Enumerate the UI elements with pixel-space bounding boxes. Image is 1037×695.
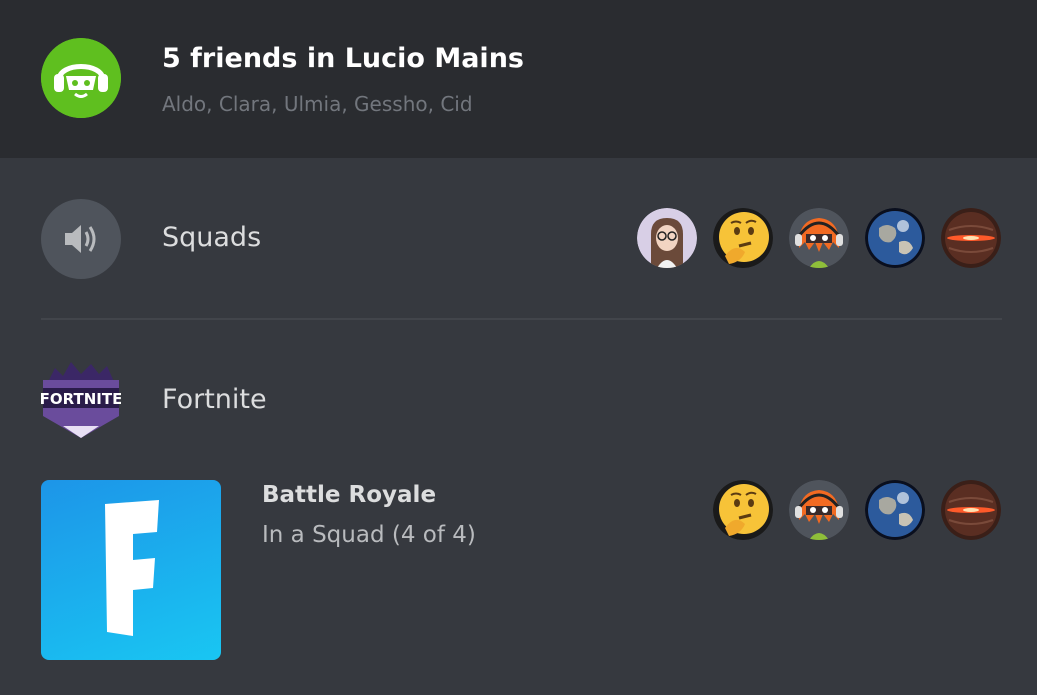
woman-with-glasses-avatar[interactable]: [637, 208, 697, 268]
lucio-mains-guild-icon[interactable]: [41, 38, 121, 118]
speaker-icon[interactable]: [41, 199, 121, 279]
header-member-list: Aldo, Clara, Ulmia, Gessho, Cid: [162, 92, 473, 116]
card-header: 5 friends in Lucio Mains Aldo, Clara, Ul…: [0, 0, 1037, 158]
thinking-face-avatar[interactable]: [713, 208, 773, 268]
header-title: 5 friends in Lucio Mains: [162, 43, 524, 74]
inkling-girl-avatar[interactable]: [789, 208, 849, 268]
fortnite-logo: FORTNITE: [40, 358, 122, 442]
earth-globe-avatar[interactable]: [865, 208, 925, 268]
thinking-face-avatar[interactable]: [713, 480, 773, 540]
voice-channel-name[interactable]: Squads: [162, 222, 261, 253]
section-divider: [41, 318, 1002, 320]
activity-title: Battle Royale: [262, 482, 437, 508]
inkling-girl-avatar[interactable]: [789, 480, 849, 540]
game-name: Fortnite: [162, 384, 267, 415]
earth-globe-avatar[interactable]: [865, 480, 925, 540]
friends-activity-card: 5 friends in Lucio Mains Aldo, Clara, Ul…: [0, 0, 1037, 695]
red-glow-sphere-avatar[interactable]: [941, 480, 1001, 540]
activity-state: In a Squad (4 of 4): [262, 522, 476, 548]
fortnite-f-icon: [41, 480, 221, 660]
fortnite-logo-text: FORTNITE: [41, 390, 121, 408]
red-glow-sphere-avatar[interactable]: [941, 208, 1001, 268]
